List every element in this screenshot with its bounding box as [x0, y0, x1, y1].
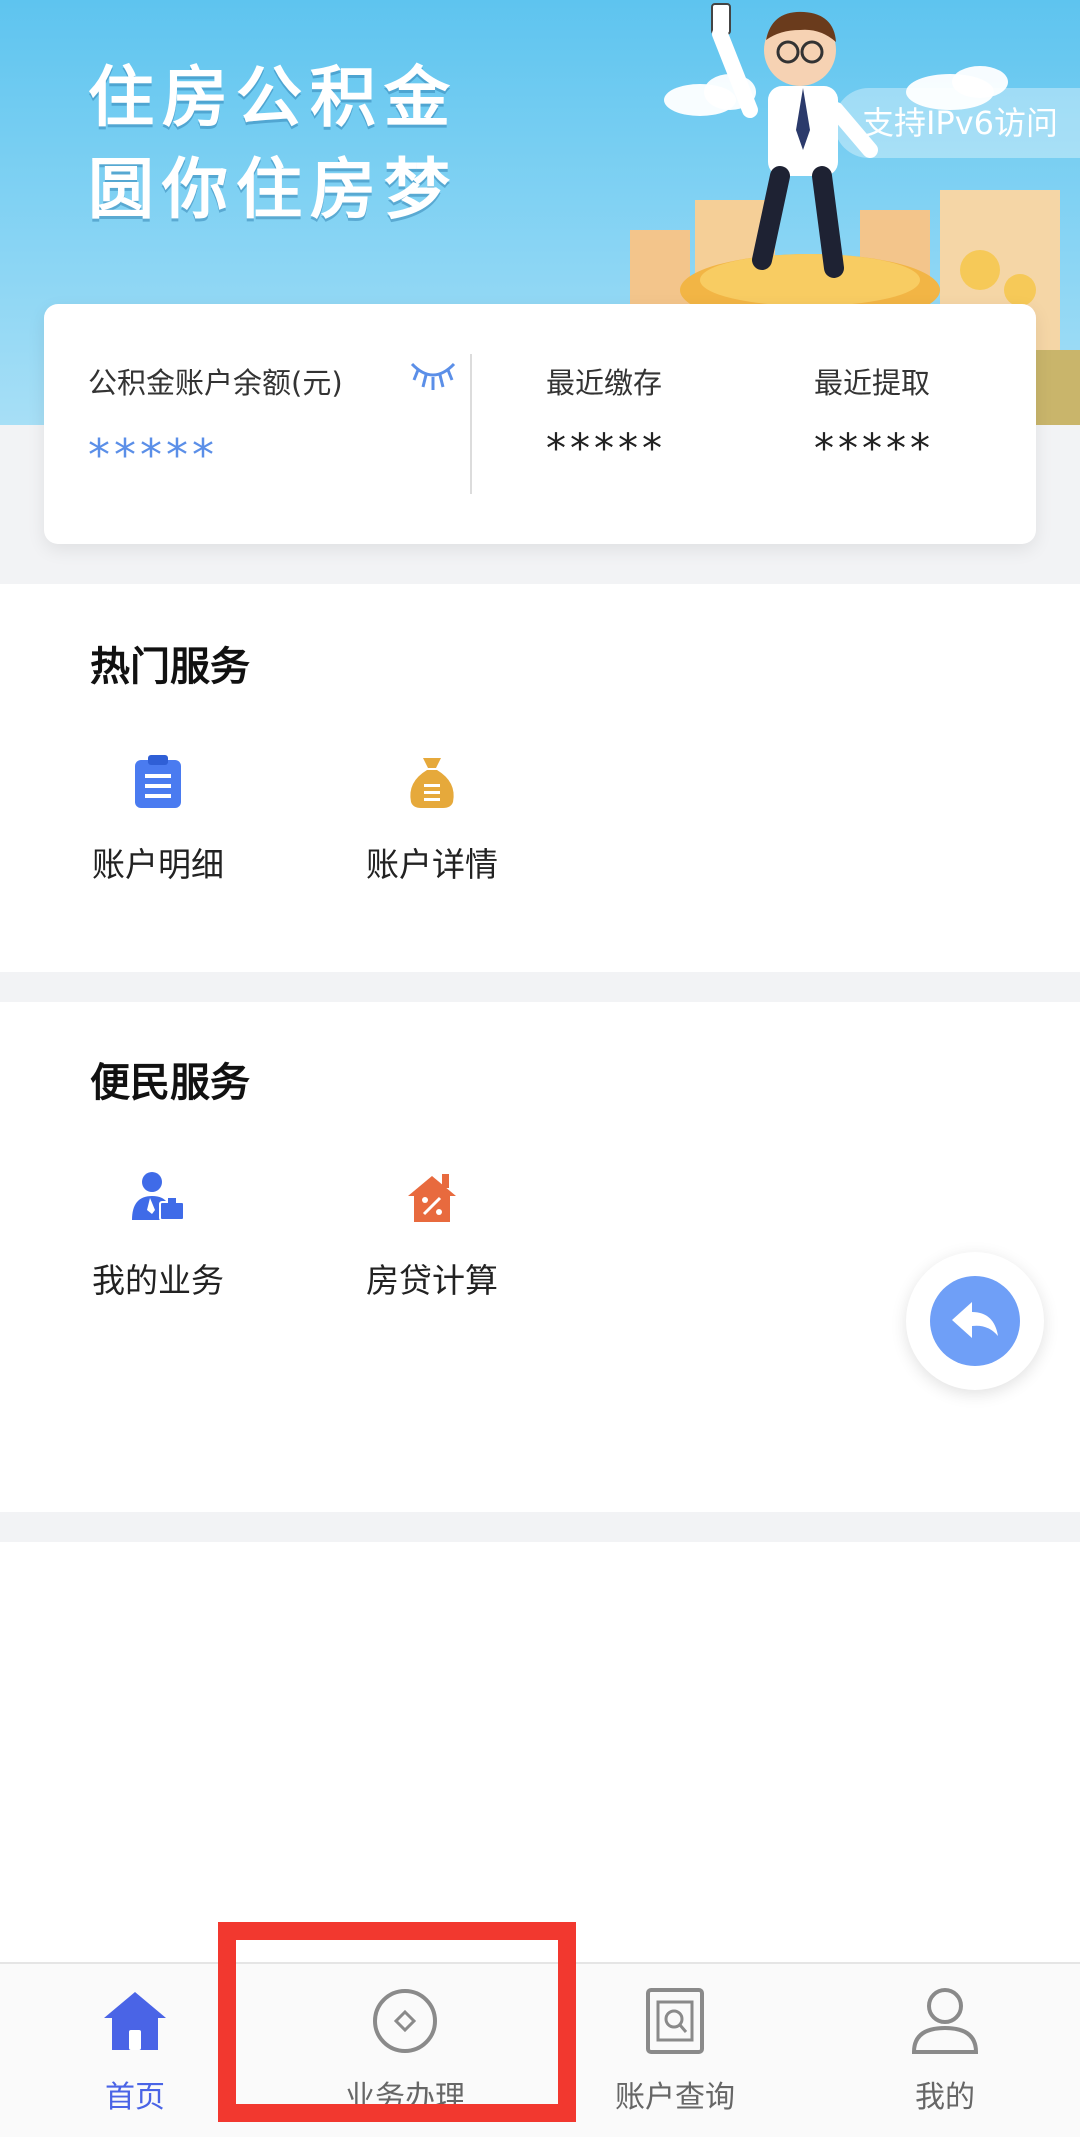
home-icon [104, 1992, 166, 2050]
service-label: 账户详情 [366, 845, 498, 884]
banner-slogan-line1: 住房公积金 [88, 59, 458, 136]
convenience-services-title: 便民服务 [90, 1060, 250, 1106]
nav-item-account-query[interactable]: 账户查询 [540, 1964, 810, 2137]
service-account-info[interactable]: 账户详情 [332, 754, 532, 886]
banner-slogan-line2: 圆你住房梦 [88, 151, 458, 228]
banner-slogan: 住房公积金 圆你住房梦 [88, 52, 458, 236]
service-account-detail[interactable]: 账户明细 [58, 754, 258, 886]
service-label: 我的业务 [92, 1261, 224, 1300]
highlight-annotation-box [218, 1922, 576, 2122]
service-label: 账户明细 [92, 845, 224, 884]
recent-deposit-value: ***** [546, 426, 666, 472]
ipv6-badge[interactable]: 支持IPv6访问 [833, 88, 1080, 158]
clipboard-icon [135, 755, 181, 808]
back-floating-button[interactable] [906, 1252, 1044, 1390]
service-label: 房贷计算 [366, 1261, 498, 1300]
card-divider [470, 354, 472, 494]
nav-label: 我的 [915, 2080, 975, 2115]
hot-services-title: 热门服务 [90, 644, 250, 690]
profile-icon [911, 1988, 979, 2054]
person-briefcase-icon [132, 1172, 185, 1221]
service-mortgage-calculator[interactable]: 房贷计算 [332, 1170, 532, 1302]
recent-deposit-label: 最近缴存 [546, 366, 663, 400]
eye-closed-icon[interactable] [410, 356, 456, 396]
nav-label: 账户查询 [615, 2080, 735, 2115]
recent-withdraw-label: 最近提取 [814, 366, 931, 400]
balance-value: ***** [88, 430, 218, 481]
balance-label: 公积金账户余额(元) [88, 366, 343, 400]
service-my-business[interactable]: 我的业务 [58, 1170, 258, 1302]
back-button-circle [930, 1276, 1020, 1366]
money-bag-icon [410, 758, 454, 808]
house-percent-icon [408, 1174, 456, 1222]
account-summary-card: 公积金账户余额(元) ***** 最近缴存 ***** 最近提取 ***** [44, 304, 1036, 544]
nav-item-profile[interactable]: 我的 [810, 1964, 1080, 2137]
app-screen: 住房公积金 圆你住房梦 支持IPv6访问 公积金账户余额(元) ***** 最近… [0, 0, 1080, 2137]
convenience-services-section: 便民服务 我的业务 房贷计算 [0, 1002, 1080, 1512]
empty-content-area [0, 1542, 1080, 1962]
account-query-icon [646, 1988, 704, 2054]
recent-withdraw-value: ***** [814, 426, 934, 472]
hot-services-section: 热门服务 账户明细 账户详情 [0, 584, 1080, 972]
reply-arrow-icon [952, 1302, 998, 1338]
